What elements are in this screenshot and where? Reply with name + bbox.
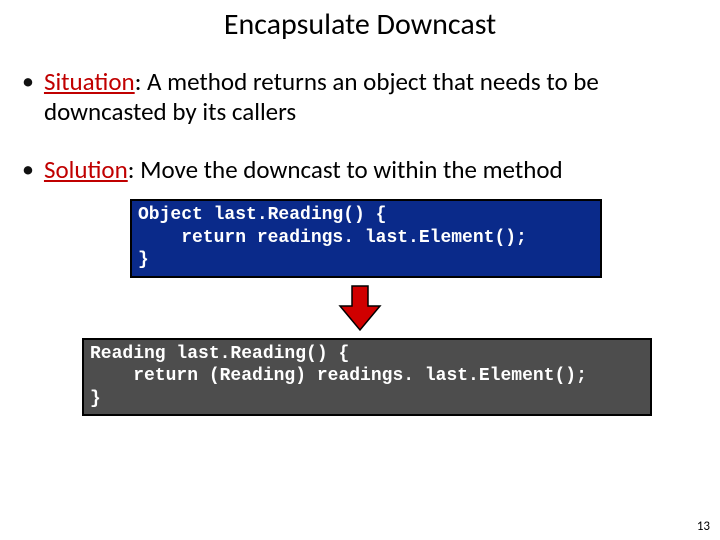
arrow-down-icon — [330, 284, 390, 332]
page-number: 13 — [697, 519, 710, 534]
situation-label: Situation — [44, 66, 135, 97]
bullet-dot-icon: • — [22, 67, 34, 97]
slide-content: • Situation: A method returns an object … — [0, 43, 720, 416]
code-after-box: Reading last.Reading() { return (Reading… — [82, 338, 652, 417]
solution-body: Move the downcast to within the method — [140, 154, 563, 185]
solution-colon: : — [128, 154, 140, 185]
solution-label: Solution — [44, 154, 128, 185]
code-before-box: Object last.Reading() { return readings.… — [130, 199, 602, 278]
situation-colon: : — [135, 66, 147, 97]
bullet-dot-icon: • — [22, 155, 34, 185]
solution-bullet: • Solution: Move the downcast to within … — [22, 155, 698, 185]
situation-text: Situation: A method returns an object th… — [44, 67, 698, 127]
situation-bullet: • Situation: A method returns an object … — [22, 67, 698, 127]
solution-text: Solution: Move the downcast to within th… — [44, 155, 563, 185]
slide-title: Encapsulate Downcast — [0, 0, 720, 43]
